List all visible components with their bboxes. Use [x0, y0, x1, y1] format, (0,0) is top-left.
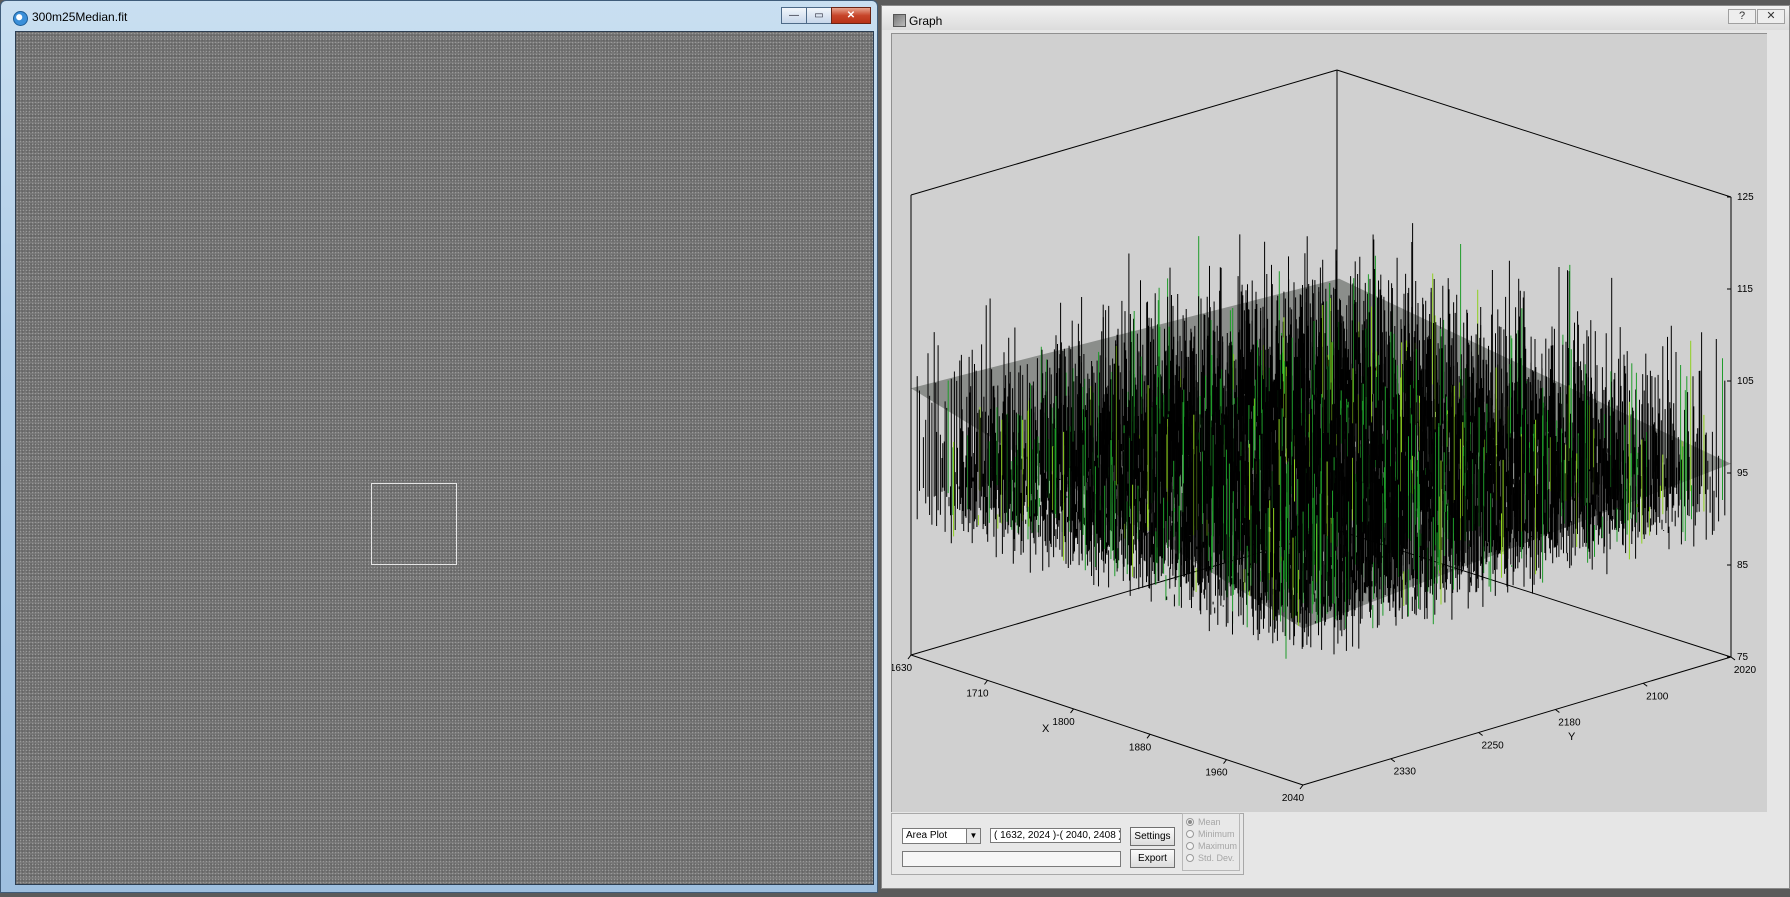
y-tick — [1555, 709, 1560, 713]
x-tick-label: 2040 — [1282, 793, 1305, 804]
plot-type-value: Area Plot — [906, 830, 948, 841]
export-button[interactable]: Export — [1130, 849, 1175, 868]
x-tick — [984, 680, 988, 685]
image-window-titlebar[interactable]: 300m25Median.fit — ▭ ✕ — [1, 1, 877, 29]
graph-window[interactable]: Graph ? ✕ 125 115 105 95 85 75 1630 1710 1800 188… — [881, 5, 1790, 889]
radio-mean[interactable]: Mean — [1186, 817, 1221, 827]
radio-minimum[interactable]: Minimum — [1186, 829, 1235, 839]
graph-icon — [893, 14, 906, 27]
x-tick — [1223, 759, 1227, 764]
help-button[interactable]: ? — [1728, 9, 1756, 24]
plot-type-select[interactable]: Area Plot ▼ — [902, 828, 981, 844]
y-axis-label: Y — [1568, 731, 1576, 743]
graph-window-title: Graph — [909, 14, 943, 28]
x-tick — [1070, 708, 1074, 714]
z-tick-label: 95 — [1737, 468, 1749, 479]
axis-line — [1302, 656, 1732, 786]
y-tick — [1642, 682, 1648, 687]
radio-std-dev[interactable]: Std. Dev. — [1186, 853, 1234, 863]
image-window[interactable]: 300m25Median.fit — ▭ ✕ — [0, 0, 878, 893]
axis-line — [910, 69, 1338, 196]
radio-button[interactable] — [1186, 818, 1194, 826]
y-tick — [1478, 732, 1483, 736]
z-tick-label: 85 — [1737, 560, 1749, 571]
z-tick-label: 115 — [1737, 284, 1753, 295]
x-tick — [1299, 784, 1304, 790]
x-tick — [907, 654, 912, 660]
y-tick-label: 2100 — [1646, 691, 1669, 702]
radio-button[interactable] — [1186, 830, 1194, 838]
x-axis-label: X — [1042, 723, 1050, 735]
statistic-options: Mean Minimum Maximum Std. Dev. — [1182, 813, 1240, 871]
settings-button[interactable]: Settings — [1130, 827, 1175, 846]
app-icon — [13, 11, 28, 26]
x-tick-label: 1800 — [1052, 717, 1075, 728]
close-button[interactable]: ✕ — [831, 7, 871, 24]
graph-close-button[interactable]: ✕ — [1757, 9, 1785, 24]
x-tick-label: 1710 — [966, 688, 989, 699]
z-tick-label: 75 — [1737, 652, 1749, 663]
selection-rectangle[interactable] — [371, 483, 457, 565]
surface-mesh — [910, 223, 1732, 659]
status-field[interactable] — [902, 851, 1121, 867]
radio-maximum[interactable]: Maximum — [1186, 841, 1237, 851]
chevron-down-icon[interactable]: ▼ — [966, 829, 980, 843]
radio-button[interactable] — [1186, 842, 1194, 850]
plot-area[interactable]: 125 115 105 95 85 75 1630 1710 1800 1880 1960 2040 2… — [891, 33, 1767, 812]
x-tick-label: 1960 — [1205, 768, 1228, 779]
image-canvas[interactable] — [15, 31, 874, 885]
radio-button[interactable] — [1186, 854, 1194, 862]
z-tick-label: 125 — [1737, 192, 1754, 203]
graph-window-titlebar[interactable]: Graph ? ✕ — [882, 6, 1789, 30]
x-tick-label: 1880 — [1129, 742, 1152, 753]
x-tick-label: 1630 — [892, 663, 913, 674]
axis-line — [1336, 69, 1732, 198]
surface-plot: 125 115 105 95 85 75 1630 1710 1800 1880 1960 2040 2… — [892, 69, 1757, 804]
z-tick-label: 105 — [1737, 376, 1754, 387]
y-tick — [1730, 656, 1736, 661]
region-field[interactable]: ( 1632, 2024 )-( 2040, 2408 ) — [990, 828, 1121, 843]
y-tick — [1390, 758, 1396, 763]
y-tick-label: 2180 — [1558, 718, 1581, 729]
y-tick-label: 2020 — [1734, 665, 1757, 676]
y-tick-label: 2250 — [1481, 740, 1504, 751]
minimize-button[interactable]: — — [781, 7, 807, 24]
x-tick — [1146, 733, 1151, 739]
axis-line — [910, 654, 1304, 786]
maximize-button[interactable]: ▭ — [806, 7, 832, 24]
y-tick-label: 2330 — [1394, 767, 1417, 778]
image-window-title: 300m25Median.fit — [32, 10, 128, 24]
